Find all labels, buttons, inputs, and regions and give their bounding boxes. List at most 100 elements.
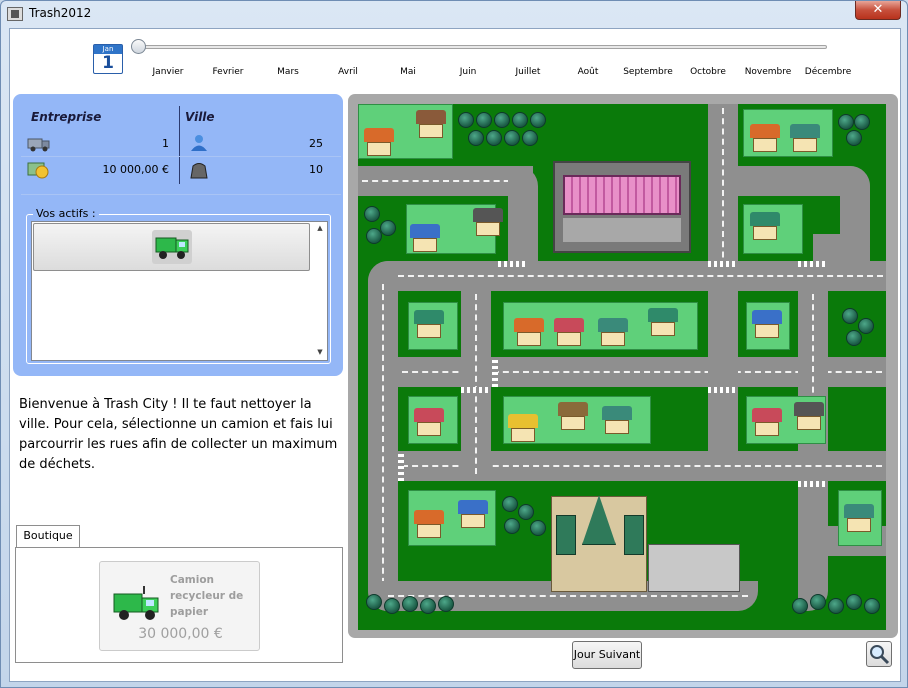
app-window: Trash2012 ✕ Jan 1 Janvier Fevrier Mars Avri… [0,0,908,688]
road-lane [722,108,724,278]
house [790,124,820,154]
app-icon [7,7,23,21]
stats-bottom-divider [21,194,341,195]
road [508,166,538,261]
timeline-month-label: Mars [277,67,299,77]
tree [366,594,382,610]
city-map-frame [348,94,898,638]
tree [842,308,858,324]
tree [504,518,520,534]
timeline-slider-thumb[interactable] [131,39,146,54]
zoom-button[interactable] [866,641,892,667]
tree [366,228,382,244]
house [364,128,394,158]
house [416,110,446,140]
house [414,408,444,438]
timeline-month-label: Août [577,67,599,77]
assets-group: Vos actifs : ▲ ▼ [26,207,331,364]
green-truck-icon [152,230,192,264]
timeline-month-label: Juillet [515,67,541,77]
bank-building [648,544,740,592]
magnifier-icon [870,645,890,665]
shop-panel: Camion recycleur de papier 30 000,00 € [15,547,343,663]
cathedral-tower [556,515,576,555]
tree [522,130,538,146]
garbage-bag-icon [187,160,211,179]
house [514,318,544,348]
mall-front [563,218,681,242]
tree [504,130,520,146]
road-lane [362,180,530,182]
city-hall-cathedral [551,495,647,592]
tree [512,112,528,128]
timeline-slider[interactable] [140,45,827,49]
house [554,318,584,348]
assets-title: Vos actifs : [33,207,99,220]
timeline-month-label: Janvier [152,67,184,77]
road-lane [388,275,883,277]
tab-boutique[interactable]: Boutique [16,525,80,547]
house [844,504,874,534]
house [414,510,444,540]
scroll-down-arrow[interactable]: ▼ [315,348,325,358]
tree [792,598,808,614]
house [602,406,632,436]
tree [858,318,874,334]
tree [846,594,862,610]
house [410,224,440,254]
tree [476,112,492,128]
house [750,212,780,242]
crosswalk [498,261,528,267]
window-title: Trash2012 [29,6,92,20]
tree [828,598,844,614]
tree [530,520,546,536]
timeline-month-label: Juin [459,67,477,77]
stats-divider [179,106,180,184]
shop-item-name: Camion recycleur de papier [170,574,244,618]
tree [864,598,880,614]
money-icon [27,160,51,179]
city-map[interactable] [358,104,886,630]
crosswalk [798,481,828,487]
house [752,408,782,438]
tree [838,114,854,130]
recycling-truck-icon [113,586,159,620]
house [558,402,588,432]
company-header: Entreprise [31,110,102,124]
cathedral-tower [624,515,644,555]
timeline-months: Janvier Fevrier Mars Avril Mai Juin Juillet Aoû… [128,67,852,81]
house [414,310,444,340]
crosswalk [398,451,404,481]
house [648,308,678,338]
shopping-mall [553,161,691,253]
road-lane [382,284,384,594]
timeline-month-label: Octobre [690,67,726,77]
calendar-icon: Jan 1 [93,44,123,74]
truck-count-icon [27,134,51,152]
scroll-up-arrow[interactable]: ▲ [315,224,325,234]
tree [518,504,534,520]
asset-truck-item[interactable] [33,223,310,271]
house [473,208,503,238]
garbage-value: 10 [309,163,323,176]
timeline-month-label: Avril [338,67,358,77]
timeline-month-label: Septembre [623,67,673,77]
tree [494,112,510,128]
assets-list[interactable]: ▲ ▼ [31,221,328,361]
welcome-text: Bienvenue à Trash City ! Il te faut nett… [19,397,338,472]
road [813,234,870,264]
timeline-month-label: Décembre [804,67,852,77]
crosswalk [708,261,738,267]
tree [384,598,400,614]
house [752,310,782,340]
road-lane [475,294,477,474]
tree [846,330,862,346]
shop-item-paper-truck[interactable]: Camion recycleur de papier 30 000,00 € [99,561,260,651]
crosswalk [492,357,498,387]
next-day-button[interactable]: Jour Suivant [572,641,642,669]
close-button[interactable]: ✕ [855,1,901,20]
tree [502,496,518,512]
truck-count: 1 [162,137,169,150]
mall-roof [563,175,681,215]
stats-row-divider [21,156,341,157]
